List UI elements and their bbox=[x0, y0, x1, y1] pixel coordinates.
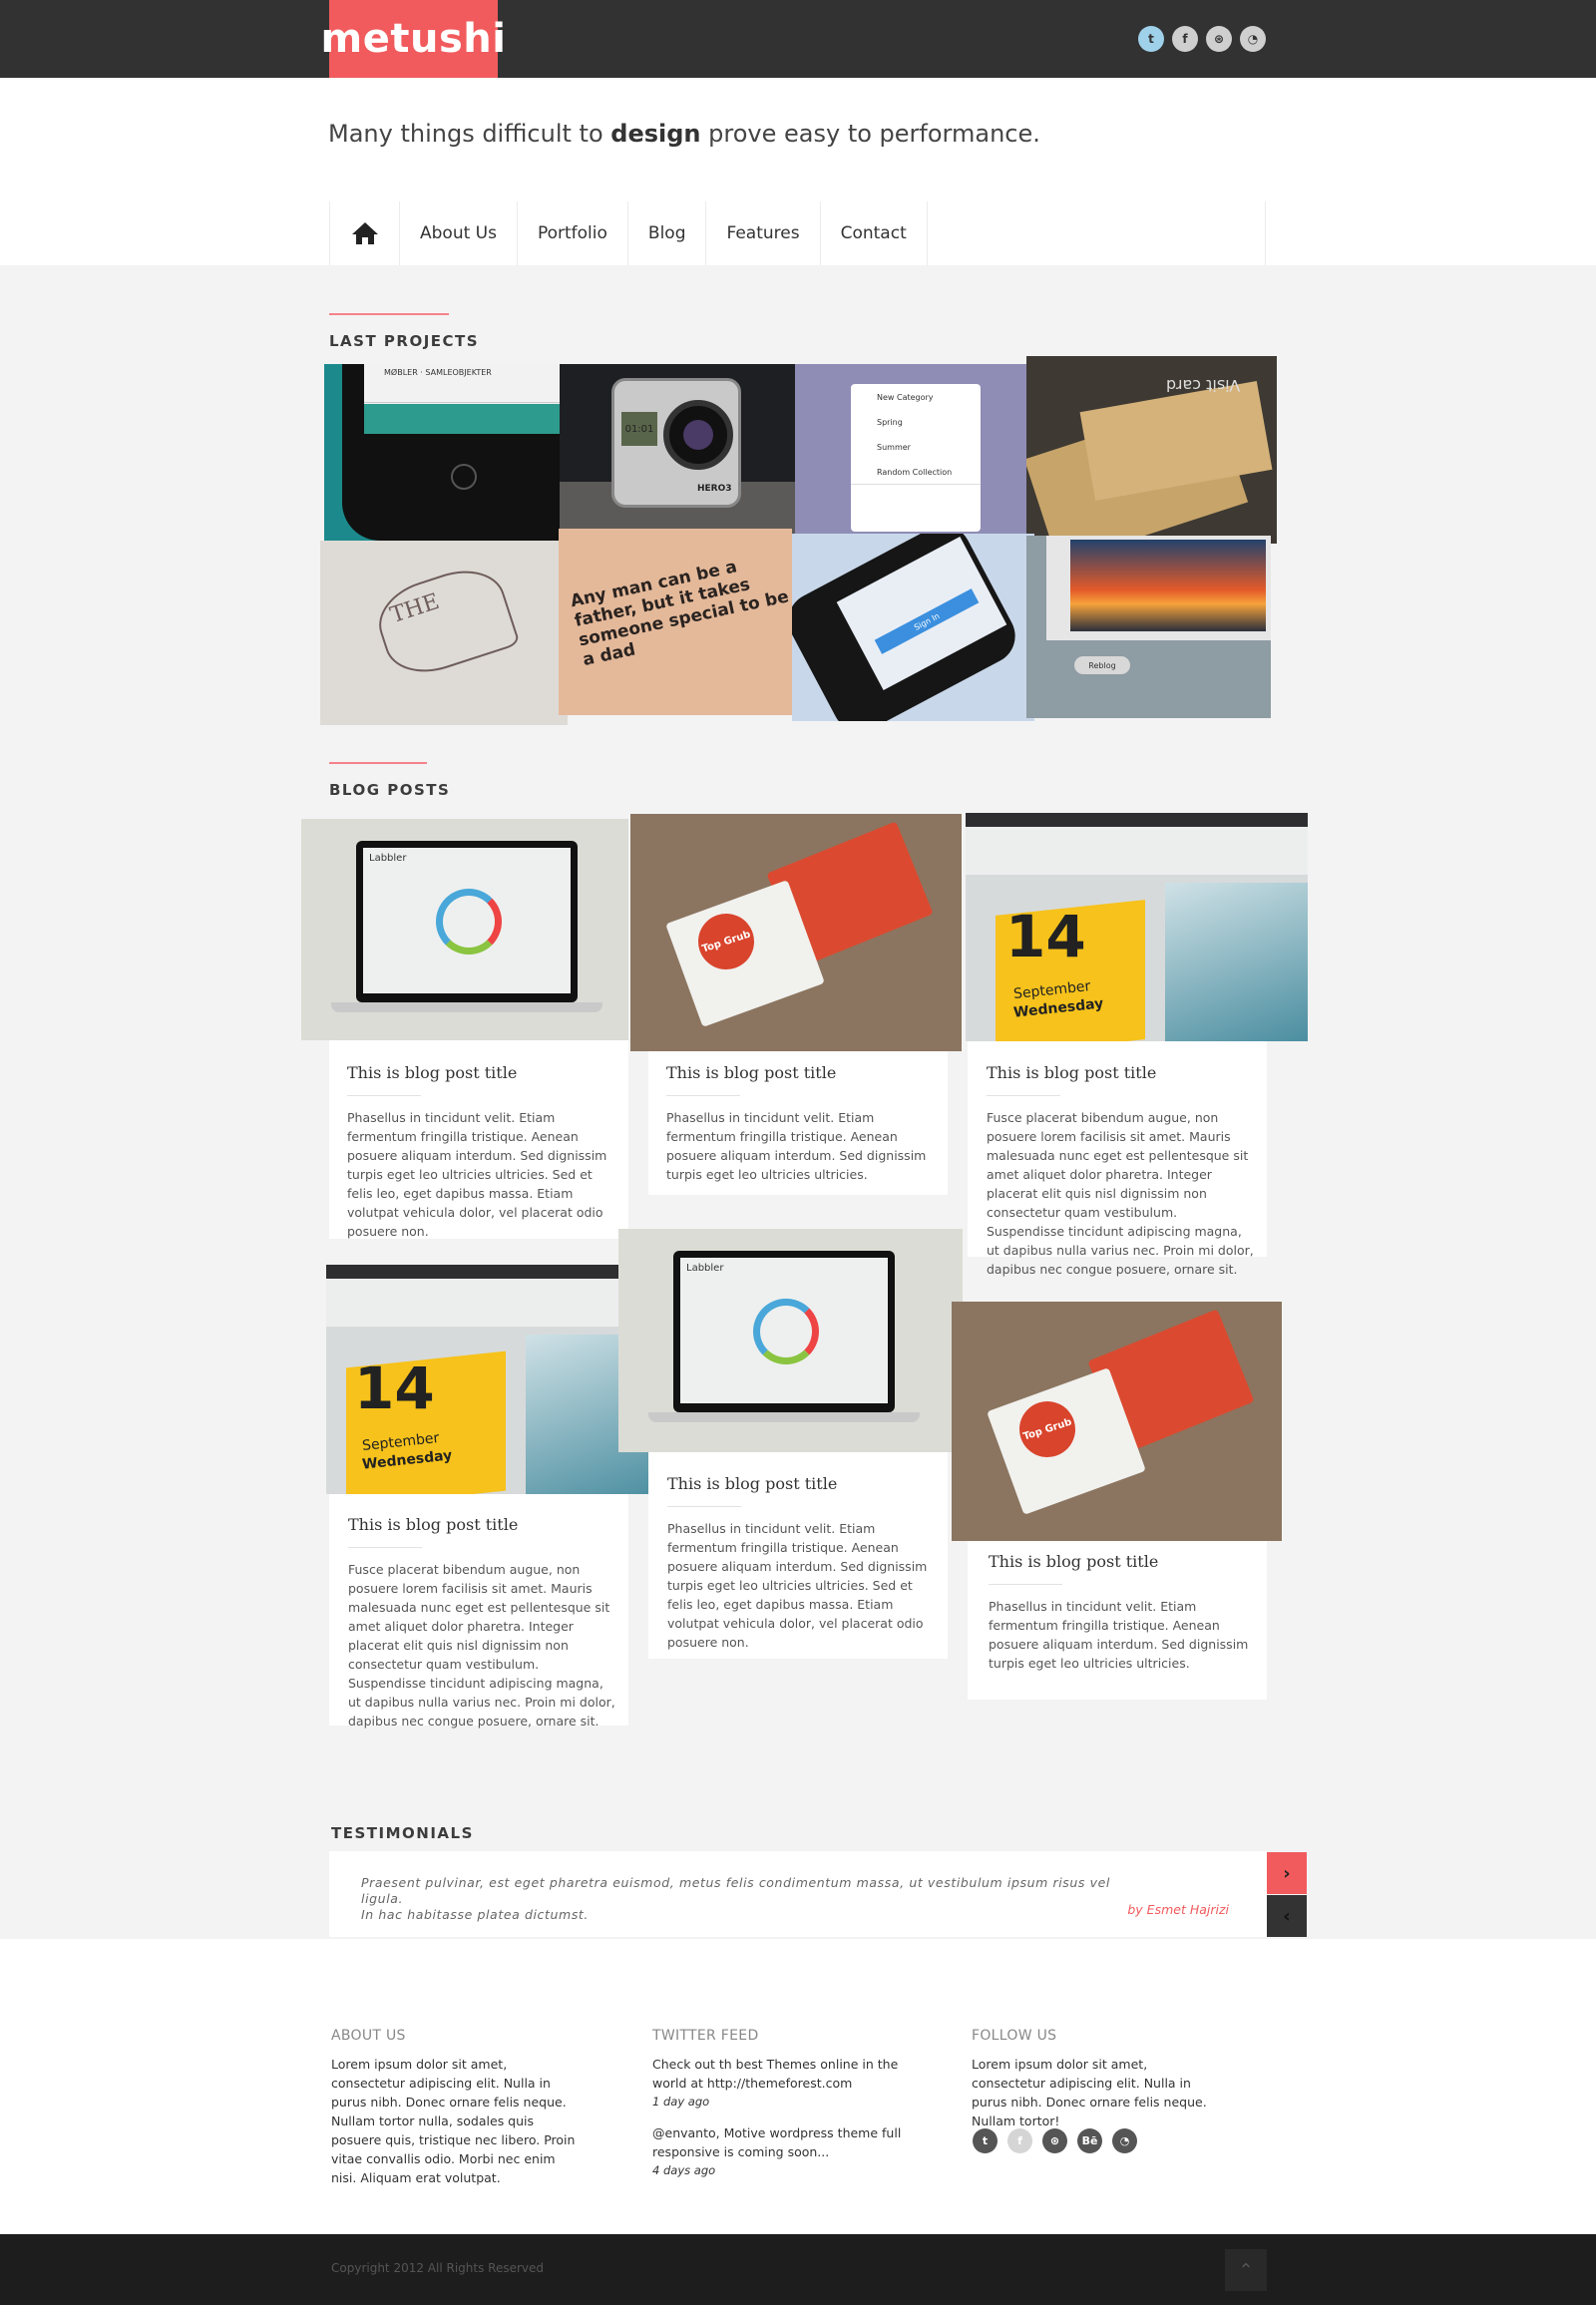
blog-post-excerpt: Phasellus in tincidunt velit. Etiam ferm… bbox=[989, 1599, 1249, 1671]
twitter-icon[interactable]: t bbox=[1138, 26, 1164, 52]
project-sunset-screen[interactable]: Reblog bbox=[1026, 536, 1271, 718]
chevron-right-icon: › bbox=[1283, 1862, 1291, 1884]
tweet-time: 4 days ago bbox=[652, 2163, 716, 2177]
back-to-top-button[interactable]: ⌃ bbox=[1225, 2249, 1267, 2291]
testimonial-prev-button[interactable]: ‹ bbox=[1267, 1895, 1307, 1937]
facebook-icon[interactable]: f bbox=[1007, 2128, 1032, 2153]
blog-post-excerpt: Phasellus in tincidunt velit. Etiam ferm… bbox=[347, 1110, 607, 1239]
project-category-list[interactable]: New Category Spring Summer Random Collec… bbox=[795, 364, 1026, 534]
divider bbox=[347, 1095, 421, 1096]
blog-post-title[interactable]: This is blog post title bbox=[989, 1552, 1158, 1571]
footer-follow-text: Lorem ipsum dolor sit amet, consectetur … bbox=[972, 2057, 1207, 2128]
testimonials-section-title: TESTIMONIALS bbox=[331, 1824, 474, 1842]
blog-post-title[interactable]: This is blog post title bbox=[347, 1063, 517, 1082]
nav-blog[interactable]: Blog bbox=[628, 201, 707, 265]
blog-post-excerpt: Phasellus in tincidunt velit. Etiam ferm… bbox=[667, 1521, 928, 1650]
divider bbox=[989, 1584, 1062, 1585]
testimonial-next-button[interactable]: › bbox=[1267, 1852, 1307, 1894]
chevron-up-icon: ⌃ bbox=[1238, 2259, 1254, 2281]
nav-home[interactable] bbox=[330, 201, 400, 265]
blog-post-image[interactable]: Labbler bbox=[301, 819, 628, 1040]
project-iphone-login[interactable]: Sign In bbox=[792, 534, 1034, 721]
footer-twitter-heading: TWITTER FEED bbox=[652, 2028, 759, 2044]
nav-portfolio[interactable]: Portfolio bbox=[518, 201, 628, 265]
footer-about-text: Lorem ipsum dolor sit amet, consectetur … bbox=[331, 2057, 576, 2185]
blog-post-title[interactable]: This is blog post title bbox=[987, 1063, 1156, 1082]
blog-post-image[interactable]: Top Grub bbox=[952, 1302, 1282, 1541]
chevron-left-icon: ‹ bbox=[1283, 1905, 1291, 1927]
divider bbox=[667, 1506, 741, 1507]
blog-post-title[interactable]: This is blog post title bbox=[667, 1474, 837, 1493]
tweet-text: Check out th best Themes online in the w… bbox=[652, 2057, 899, 2091]
blog-post-image[interactable]: 14 September Wednesday bbox=[326, 1265, 668, 1494]
blog-post-title[interactable]: This is blog post title bbox=[348, 1515, 518, 1534]
copyright-text: Copyright 2012 All Rights Reserved bbox=[331, 2261, 545, 2275]
rss-icon[interactable]: ◔ bbox=[1112, 2128, 1137, 2153]
nav-features[interactable]: Features bbox=[706, 201, 821, 265]
section-accent-line bbox=[329, 762, 427, 764]
top-bar bbox=[0, 0, 1596, 78]
blog-post-image[interactable]: 14 September Wednesday bbox=[966, 813, 1308, 1041]
blog-post-title[interactable]: This is blog post title bbox=[666, 1063, 836, 1082]
project-sketch-badge[interactable]: THE bbox=[320, 541, 568, 725]
blog-post-excerpt: Fusce placerat bibendum augue, non posue… bbox=[987, 1110, 1254, 1277]
behance-icon[interactable]: Bē bbox=[1077, 2128, 1102, 2153]
blog-section-title: BLOG POSTS bbox=[329, 781, 451, 799]
twitter-icon[interactable]: t bbox=[973, 2128, 998, 2153]
facebook-icon[interactable]: f bbox=[1172, 26, 1198, 52]
blog-post-excerpt: Phasellus in tincidunt velit. Etiam ferm… bbox=[666, 1110, 927, 1182]
section-accent-line bbox=[329, 313, 449, 315]
testimonial-author: by Esmet Hajrizi bbox=[1127, 1902, 1229, 1917]
copyright-bar bbox=[0, 2234, 1596, 2305]
project-app-mobile[interactable]: MØBLER · SAMLEOBJEKTER bbox=[324, 364, 560, 541]
site-logo[interactable]: metushi bbox=[321, 0, 506, 78]
divider bbox=[987, 1095, 1060, 1096]
divider bbox=[666, 1095, 740, 1096]
footer-follow-heading: FOLLOW US bbox=[972, 2028, 1057, 2044]
site-tagline: Many things difficult to design prove ea… bbox=[328, 120, 1040, 148]
project-quote-poster[interactable]: Any man can be a father, but it takes so… bbox=[559, 529, 792, 715]
tweet-text: @envanto, Motive wordpress theme full re… bbox=[652, 2125, 902, 2159]
blog-post-image[interactable]: Top Grub bbox=[630, 814, 962, 1051]
dribbble-icon[interactable]: ⊛ bbox=[1042, 2128, 1067, 2153]
home-icon bbox=[351, 222, 378, 244]
divider bbox=[348, 1547, 422, 1548]
projects-section-title: LAST PROJECTS bbox=[329, 332, 480, 350]
blog-post-excerpt: Fusce placerat bibendum augue, non posue… bbox=[348, 1562, 615, 1729]
project-hero3-camera[interactable]: 01:01 HERO3 bbox=[560, 364, 795, 534]
nav-contact[interactable]: Contact bbox=[821, 201, 928, 265]
project-visit-card[interactable]: Visit card bbox=[1026, 356, 1277, 544]
nav-about-us[interactable]: About Us bbox=[400, 201, 518, 265]
footer-about-heading: ABOUT US bbox=[331, 2028, 406, 2044]
tweet-time: 1 day ago bbox=[652, 2095, 710, 2109]
testimonial-quote: Praesent pulvinar, est eget pharetra eui… bbox=[361, 1875, 1110, 1922]
dribbble-icon[interactable]: ⊛ bbox=[1206, 26, 1232, 52]
blog-post-image[interactable]: Labbler bbox=[618, 1229, 963, 1452]
rss-icon[interactable]: ◔ bbox=[1240, 26, 1266, 52]
main-navigation: About Us Portfolio Blog Features Contact bbox=[329, 201, 1266, 265]
